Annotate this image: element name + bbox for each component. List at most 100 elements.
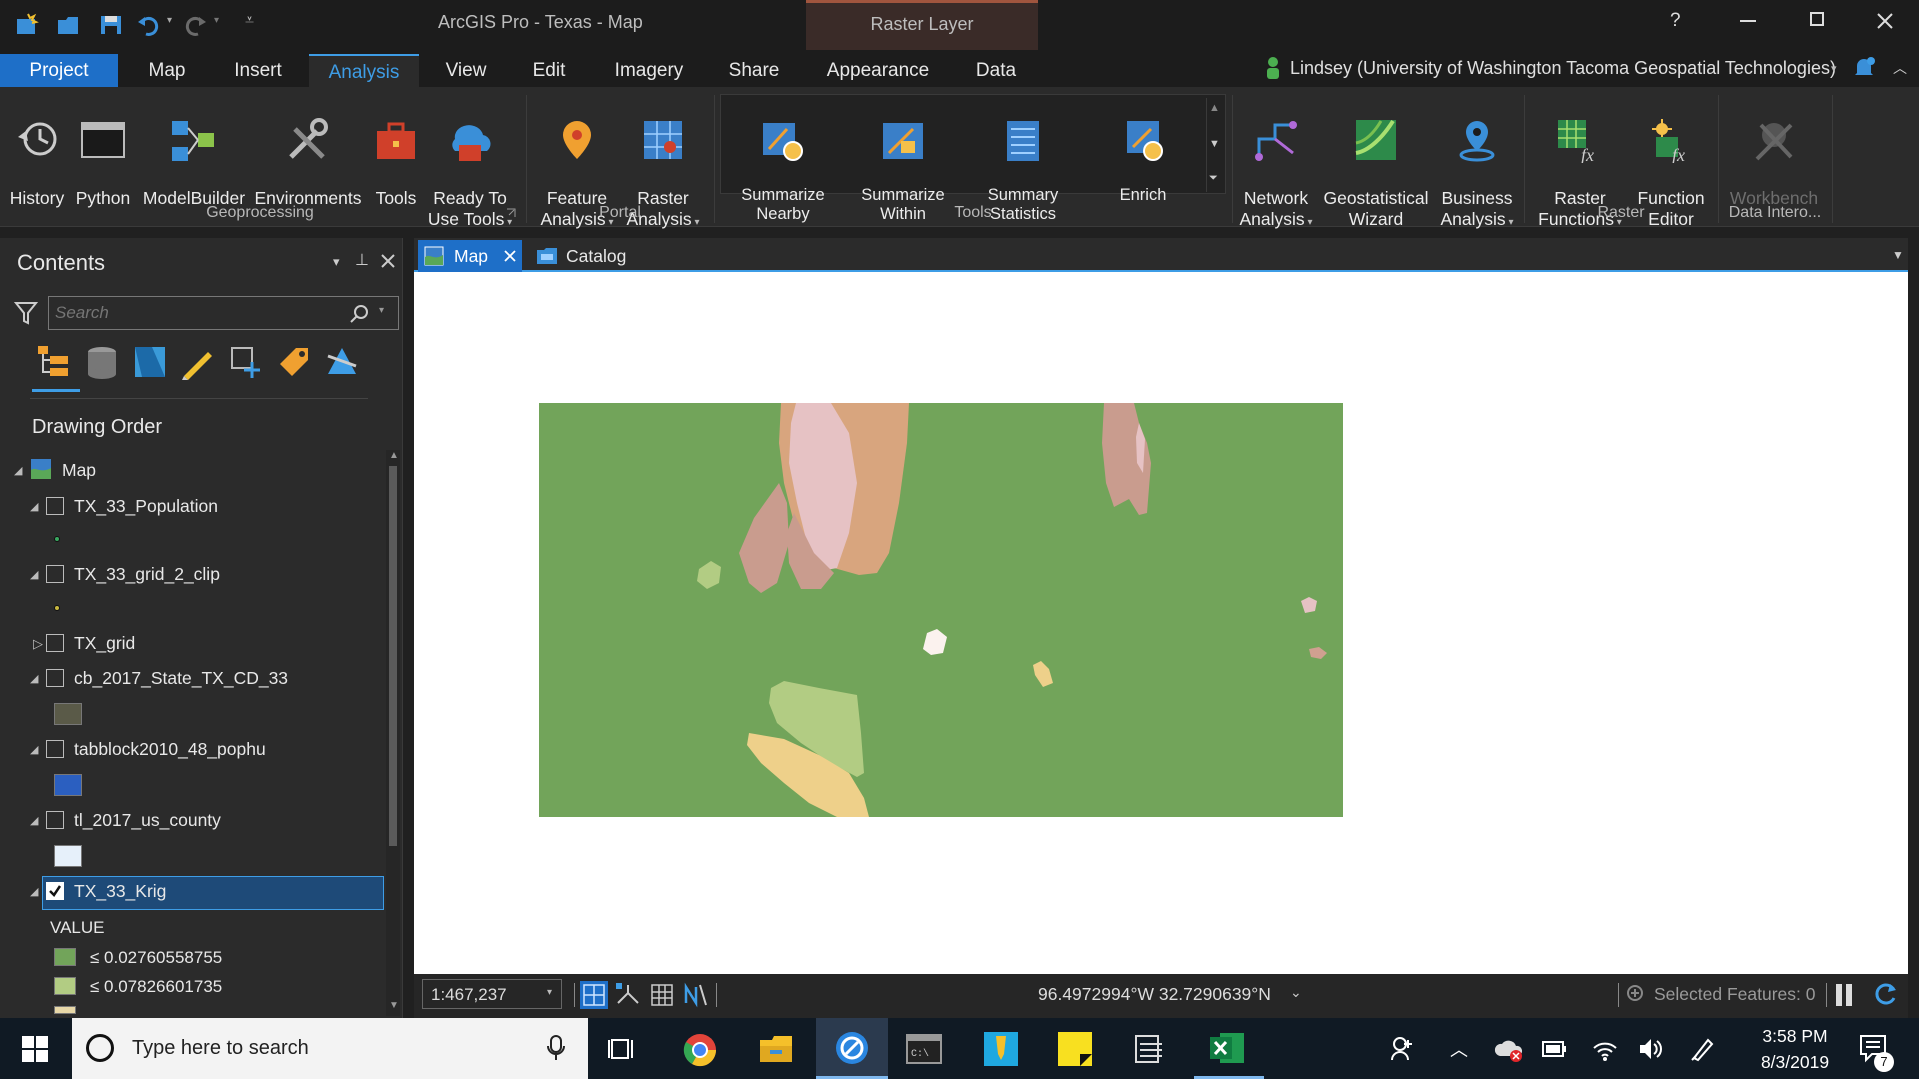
filter-icon[interactable] [14, 300, 38, 326]
tab-view[interactable]: View [440, 54, 492, 87]
gallery-down-icon[interactable]: ▼ [1209, 138, 1220, 150]
windows-start-icon[interactable] [22, 1036, 48, 1062]
tools-button[interactable]: Tools [368, 96, 424, 209]
tab-edit[interactable]: Edit [527, 54, 571, 87]
pin-icon[interactable]: ⊥ [355, 250, 369, 270]
layer-visibility-checkbox[interactable] [46, 669, 64, 687]
taskbar-search-box[interactable]: Type here to search [72, 1018, 588, 1079]
point-symbol[interactable] [54, 605, 60, 611]
geoprocessing-launcher-icon[interactable] [506, 208, 516, 218]
expand-layer-icon[interactable]: ◢ [30, 743, 38, 756]
scroll-up-icon[interactable]: ▲ [389, 450, 399, 461]
microphone-icon[interactable] [546, 1034, 566, 1062]
search-options-icon[interactable]: ▾ [379, 305, 384, 316]
close-pane-icon[interactable] [381, 254, 395, 268]
open-project-icon[interactable] [56, 12, 82, 38]
point-symbol[interactable] [54, 536, 60, 542]
layer-tx-33-krig[interactable]: TX_33_Krig [74, 881, 166, 902]
correction-icon[interactable] [682, 981, 710, 1009]
undo-icon[interactable] [136, 12, 162, 38]
grid-display-icon[interactable] [648, 981, 676, 1009]
close-window-button[interactable] [1876, 12, 1894, 30]
clock-time[interactable]: 3:58 PM [1740, 1026, 1850, 1047]
legend-swatch[interactable] [54, 948, 76, 966]
map-canvas[interactable] [414, 272, 1908, 974]
redo-dropdown-icon[interactable]: ▾ [214, 15, 219, 26]
file-explorer-icon[interactable] [758, 1032, 794, 1066]
view-tab-list-icon[interactable]: ▼ [1892, 248, 1904, 262]
new-project-icon[interactable] [14, 12, 40, 38]
volume-icon[interactable] [1638, 1036, 1664, 1062]
layer-visibility-checkbox[interactable] [46, 497, 64, 515]
excel-task[interactable] [1194, 1018, 1264, 1079]
task-view-icon[interactable] [608, 1036, 636, 1062]
chrome-icon[interactable] [682, 1032, 718, 1068]
polygon-symbol[interactable] [54, 703, 82, 725]
enrich-button[interactable]: Enrich [1090, 100, 1196, 205]
command-prompt-icon[interactable]: C:\ [906, 1034, 942, 1064]
notification-bell-icon[interactable] [1852, 56, 1876, 80]
expand-layer-icon[interactable]: ◢ [30, 672, 38, 685]
search-icon[interactable] [349, 304, 369, 324]
layer-cb-2017-state-tx-cd-33[interactable]: cb_2017_State_TX_CD_33 [74, 668, 288, 689]
expand-layer-icon[interactable]: ◢ [30, 885, 38, 898]
expand-layer-icon[interactable]: ◢ [30, 500, 38, 513]
network-analysis-button[interactable]: Network Analysis ▾ [1234, 96, 1318, 233]
modelbuilder-button[interactable]: ModelBuilder [138, 96, 250, 209]
tab-appearance[interactable]: Appearance [822, 54, 934, 87]
layer-visibility-checkbox[interactable] [46, 811, 64, 829]
layer-visibility-checkbox[interactable] [46, 565, 64, 583]
polygon-symbol[interactable] [54, 845, 82, 867]
gallery-expand-icon[interactable]: ⏷ [1209, 172, 1218, 185]
list-by-drawing-order-icon[interactable] [36, 344, 72, 380]
pause-drawing-icon[interactable] [1836, 984, 1842, 1006]
sticky-notes-icon[interactable] [1058, 1032, 1092, 1066]
tab-map[interactable]: Map [140, 54, 194, 87]
customize-toolbar-icon[interactable]: ⩡ [245, 12, 254, 30]
layer-visibility-checkbox[interactable] [46, 740, 64, 758]
show-hidden-icons[interactable]: ︿ [1450, 1036, 1468, 1062]
contents-search-input[interactable] [55, 301, 335, 325]
coordinate-format-dropdown-icon[interactable]: ⌄ [1290, 984, 1302, 1001]
layer-tabblock2010-48-pophu[interactable]: tabblock2010_48_pophu [74, 739, 266, 760]
python-button[interactable]: Python [72, 96, 134, 209]
legend-swatch[interactable] [54, 1006, 76, 1014]
layer-tl-2017-us-county[interactable]: tl_2017_us_county [74, 810, 221, 831]
collapse-layer-icon[interactable]: ▷ [33, 636, 43, 652]
contents-search-box[interactable]: ▾ [48, 296, 399, 330]
restore-button[interactable] [1810, 12, 1824, 26]
battery-icon[interactable] [1542, 1040, 1568, 1058]
selected-features-icon[interactable] [1626, 984, 1646, 1004]
layer-tx-33-grid-2-clip[interactable]: TX_33_grid_2_clip [74, 564, 220, 585]
tab-insert[interactable]: Insert [226, 54, 290, 87]
business-analysis-button[interactable]: Business Analysis ▾ [1434, 96, 1520, 233]
gallery-up-icon[interactable]: ▲ [1209, 102, 1220, 114]
environments-button[interactable]: Environments [252, 96, 364, 209]
list-by-selection-icon[interactable] [132, 344, 168, 380]
layer-visibility-checkbox[interactable] [46, 634, 64, 652]
refresh-icon[interactable] [1872, 980, 1900, 1008]
map-view[interactable] [414, 272, 1908, 974]
scroll-down-icon[interactable]: ▼ [389, 1000, 399, 1011]
redo-icon[interactable] [182, 12, 208, 38]
history-button[interactable]: History [4, 96, 70, 209]
layer-tx-grid[interactable]: TX_grid [74, 633, 135, 654]
undo-dropdown-icon[interactable]: ▾ [167, 15, 172, 26]
collapse-ribbon-icon[interactable]: ︿ [1893, 58, 1907, 78]
tab-project[interactable]: Project [0, 54, 118, 87]
grid-lock-icon[interactable] [580, 981, 608, 1009]
people-icon[interactable] [1390, 1036, 1416, 1062]
list-by-perspective-imagery-icon[interactable] [324, 344, 360, 380]
map-node-label[interactable]: Map [62, 460, 96, 481]
onedrive-error-icon[interactable] [1494, 1038, 1524, 1062]
list-by-editing-icon[interactable] [180, 344, 216, 380]
tab-catalog-view[interactable]: Catalog [530, 240, 650, 272]
snipping-tool-icon[interactable] [1132, 1032, 1166, 1066]
wifi-icon[interactable] [1592, 1036, 1618, 1062]
tab-data[interactable]: Data [970, 54, 1022, 87]
pane-options-icon[interactable]: ▾ [333, 254, 340, 270]
kriging-raster[interactable] [539, 403, 1343, 817]
tab-map-view[interactable]: Map [418, 240, 522, 272]
pen-ink-icon[interactable] [1690, 1036, 1716, 1062]
sticky-app-icon[interactable] [984, 1032, 1018, 1066]
